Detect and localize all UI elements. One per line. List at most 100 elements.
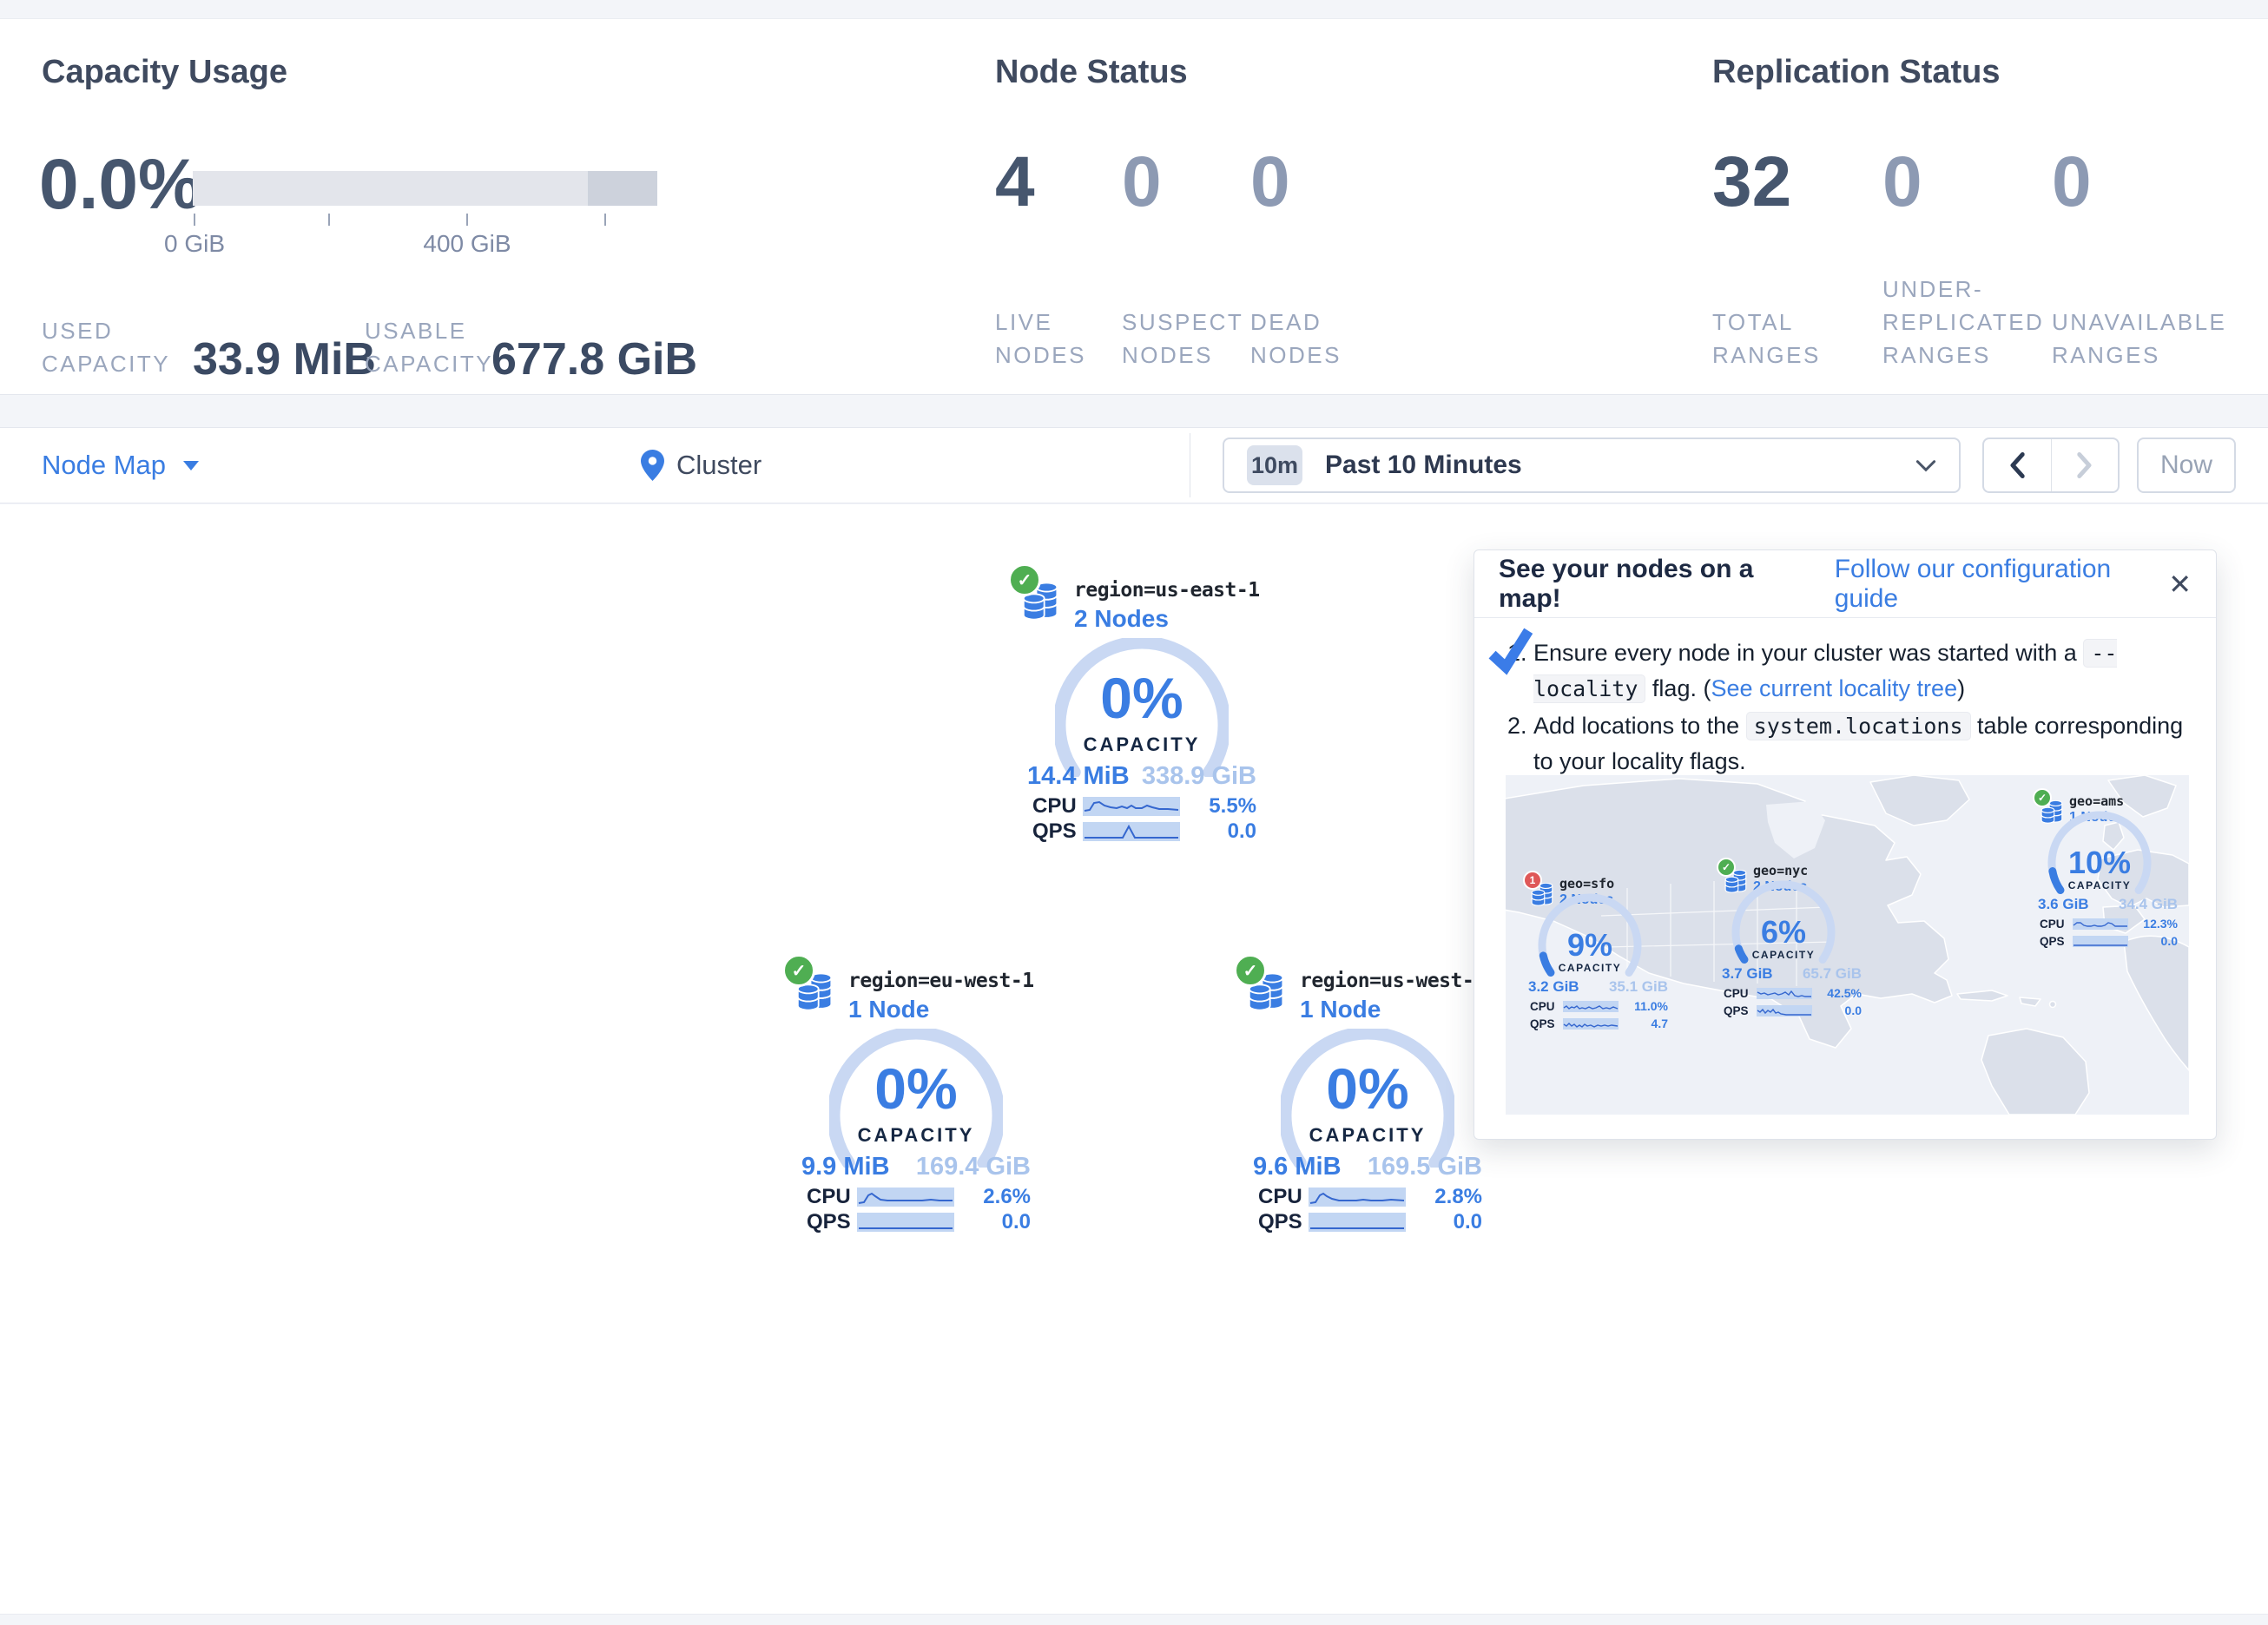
cpu-value: 2.8% — [1434, 1185, 1482, 1209]
example-node-map-image: 1 geo=sfo 2 Nodes 9% CAPACITY 3.2 GiB — [1506, 775, 2189, 1115]
cpu-value: 5.5% — [1209, 794, 1256, 819]
cpu-value: 12.3% — [2143, 917, 2178, 931]
under-replicated-ranges-label: UNDER-REPLICATED RANGES — [1882, 273, 2060, 372]
cpu-sparkline — [857, 1188, 954, 1207]
qps-sparkline — [2073, 936, 2128, 947]
view-selector-dropdown[interactable]: Node Map — [42, 428, 199, 503]
healthy-check-badge: ✓ — [2033, 788, 2052, 807]
map-pin-icon — [641, 450, 664, 481]
total-capacity-value: 35.1 GiB — [1609, 978, 1668, 996]
cluster-summary-bar: Capacity Usage 0.0% 0 GiB 400 GiB USED C… — [0, 18, 2268, 395]
region-title: region=eu-west-1 — [848, 970, 1034, 992]
total-capacity-value: 169.4 GiB — [916, 1153, 1031, 1181]
gauge-capacity-label: CAPACITY — [2047, 879, 2152, 891]
cpu-value: 42.5% — [1827, 986, 1862, 1000]
breadcrumb-label: Cluster — [676, 450, 761, 481]
step-done-check-icon — [1484, 623, 1538, 677]
cpu-value: 2.6% — [983, 1185, 1031, 1209]
live-nodes-count: 4 — [995, 146, 1035, 219]
check-icon: ✓ — [2038, 792, 2047, 804]
suspect-nodes-label: SUSPECT NODES — [1122, 306, 1243, 372]
check-icon: ✓ — [1243, 960, 1258, 982]
capacity-usage-title: Capacity Usage — [42, 54, 287, 91]
qps-value: 0.0 — [2161, 934, 2178, 948]
capacity-gauge: 0% CAPACITY — [1281, 1029, 1454, 1168]
capacity-usage-percent: 0.0% — [39, 149, 201, 220]
node-map-canvas: ✓ region=us-east-1 2 Nodes 0% CAPACITY 1… — [0, 504, 2268, 1615]
region-node-count: 2 Nodes — [1074, 605, 1169, 633]
gauge-percent: 10% — [2047, 847, 2152, 878]
popup-title: See your nodes on a map! — [1499, 555, 1810, 614]
total-capacity-value: 169.5 GiB — [1368, 1153, 1482, 1181]
healthy-check-badge: ✓ — [1008, 563, 1041, 596]
suspect-nodes-count: 0 — [1122, 146, 1162, 219]
qps-sparkline — [1083, 822, 1180, 841]
geo-card-ams: ✓ geo=ams 1 Node 10% CAPACITY 3.6 GiB — [2036, 786, 2179, 951]
gauge-capacity-label: CAPACITY — [1055, 734, 1229, 756]
qps-value: 4.7 — [1652, 1016, 1668, 1030]
cpu-sparkline — [1563, 1001, 1619, 1012]
geo-card-nyc: ✓ geo=nyc 2 Nodes 6% CAPACITY 3.7 GiB — [1720, 856, 1863, 1021]
now-button[interactable]: Now — [2137, 438, 2236, 493]
time-range-badge: 10m — [1247, 445, 1302, 485]
chevron-right-icon — [2077, 452, 2093, 478]
healthy-check-badge: ✓ — [1717, 858, 1736, 877]
gauge-capacity-label: CAPACITY — [829, 1124, 1003, 1147]
qps-label: QPS — [1032, 819, 1083, 844]
qps-value: 0.0 — [1228, 819, 1256, 844]
used-capacity-label: USED CAPACITY — [42, 314, 194, 380]
gauge-capacity-label: CAPACITY — [1281, 1124, 1454, 1147]
region-card-us-west-1[interactable]: ✓ region=us-west-1 1 Node 0% CAPACITY 9.… — [1246, 951, 1489, 1239]
qps-label: QPS — [1530, 1017, 1563, 1030]
axis-tick-label: 400 GiB — [406, 230, 528, 258]
configuration-guide-link[interactable]: Follow our configuration guide — [1835, 555, 2168, 614]
unavailable-ranges-label: UNAVAILABLE RANGES — [2052, 306, 2265, 372]
used-value: 3.7 GiB — [1722, 965, 1773, 983]
time-range-dropdown[interactable]: 10m Past 10 Minutes — [1223, 438, 1961, 493]
geo-title: geo=ams — [2069, 793, 2124, 809]
capacity-gauge: 10% CAPACITY — [2047, 811, 2152, 894]
used-value: 3.6 GiB — [2038, 896, 2089, 913]
cpu-value: 11.0% — [1634, 999, 1668, 1013]
unavailable-ranges-count: 0 — [2052, 146, 2092, 219]
used-value: 14.4 MiB — [1027, 762, 1130, 791]
time-back-button[interactable] — [1984, 439, 2052, 491]
qps-value: 0.0 — [1845, 1003, 1862, 1017]
qps-sparkline — [1563, 1018, 1619, 1030]
cpu-label: CPU — [1724, 987, 1757, 1000]
usable-capacity-value: 677.8 GiB — [491, 333, 697, 385]
region-card-us-east-1[interactable]: ✓ region=us-east-1 2 Nodes 0% CAPACITY 1… — [1020, 560, 1263, 848]
total-capacity-value: 338.9 GiB — [1142, 762, 1256, 791]
instruction-step-2: Add locations to the system.locations ta… — [1533, 708, 2188, 779]
locality-tree-link[interactable]: See current locality tree — [1711, 675, 1957, 701]
region-title: region=us-east-1 — [1074, 579, 1260, 602]
breadcrumb[interactable]: Cluster — [641, 428, 761, 503]
healthy-check-badge: ✓ — [1234, 954, 1267, 987]
cpu-sparkline — [1309, 1188, 1406, 1207]
node-status-title: Node Status — [995, 54, 1188, 91]
cpu-sparkline — [2073, 918, 2128, 930]
instruction-step-1: Ensure every node in your cluster was st… — [1533, 635, 2188, 707]
used-capacity-value: 33.9 MiB — [193, 333, 376, 385]
capacity-gauge: 0% CAPACITY — [829, 1029, 1003, 1168]
axis-tick — [194, 214, 195, 226]
system-locations-code: system.locations — [1746, 712, 1971, 740]
qps-label: QPS — [807, 1210, 857, 1234]
axis-tick — [328, 214, 330, 226]
qps-sparkline — [857, 1213, 954, 1232]
capacity-gauge: 9% CAPACITY — [1538, 893, 1642, 977]
gauge-percent: 0% — [1281, 1060, 1454, 1117]
axis-tick — [466, 214, 468, 226]
time-nav-arrows — [1982, 438, 2120, 493]
time-forward-button[interactable] — [2052, 439, 2119, 491]
used-value: 9.9 MiB — [801, 1153, 890, 1181]
close-icon[interactable]: ✕ — [2168, 570, 2192, 598]
axis-tick-label: 0 GiB — [134, 230, 255, 258]
gauge-capacity-label: CAPACITY — [1538, 962, 1642, 974]
healthy-check-badge: ✓ — [782, 954, 815, 987]
capacity-gauge: 0% CAPACITY — [1055, 638, 1229, 777]
gauge-percent: 0% — [829, 1060, 1003, 1117]
dead-nodes-label: DEAD NODES — [1250, 306, 1372, 372]
replication-status-title: Replication Status — [1712, 54, 2001, 91]
region-card-eu-west-1[interactable]: ✓ region=eu-west-1 1 Node 0% CAPACITY 9.… — [794, 951, 1038, 1239]
